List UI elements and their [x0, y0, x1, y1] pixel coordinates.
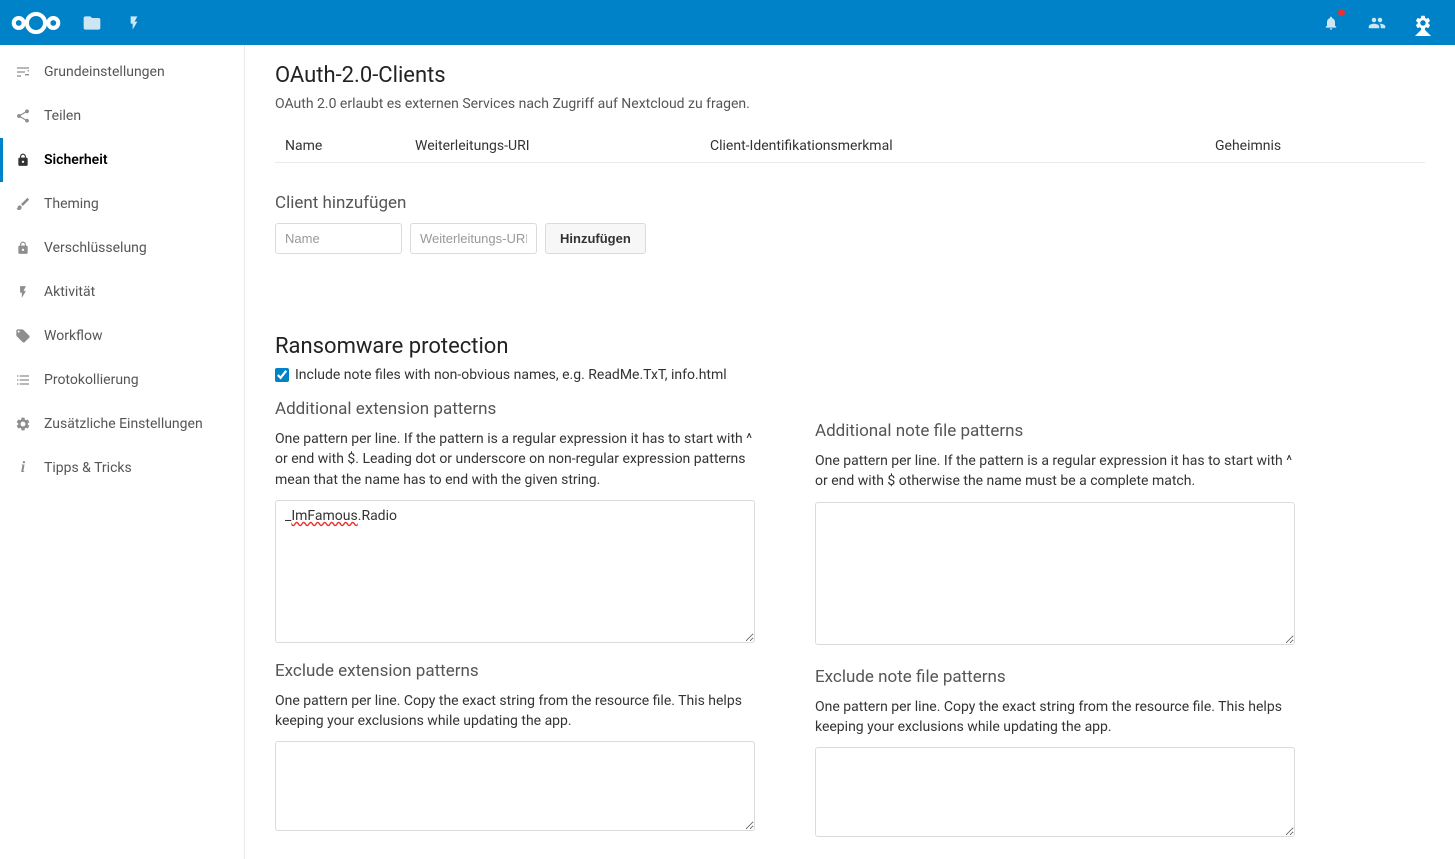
excl-note-title: Exclude note file patterns — [815, 667, 1295, 687]
sidebar-item-sharing[interactable]: Teilen — [0, 94, 244, 138]
sidebar-item-label: Workflow — [44, 328, 103, 344]
oauth-description: OAuth 2.0 erlaubt es externen Services n… — [275, 96, 1425, 112]
oauth-title: OAuth-2.0-Clients — [275, 63, 1425, 88]
sidebar-item-label: Tipps & Tricks — [44, 460, 132, 476]
sidebar-item-additional[interactable]: Zusätzliche Einstellungen — [0, 402, 244, 446]
client-uri-input[interactable] — [410, 223, 537, 254]
sidebar-item-label: Protokollierung — [44, 372, 139, 388]
sidebar-item-label: Theming — [44, 196, 99, 212]
sidebar-item-label: Sicherheit — [44, 152, 108, 168]
app-header — [0, 0, 1455, 45]
ext-patterns-help: One pattern per line. If the pattern is … — [275, 429, 755, 490]
add-client-title: Client hinzufügen — [275, 193, 1425, 213]
include-notes-checkbox[interactable] — [275, 368, 289, 382]
info-icon: i — [14, 459, 32, 477]
excl-note-help: One pattern per line. Copy the exact str… — [815, 697, 1295, 738]
brush-icon — [14, 196, 32, 212]
sidebar-item-label: Grundeinstellungen — [44, 64, 165, 80]
th-client-id: Client-Identifikationsmerkmal — [710, 138, 1215, 154]
sidebar-item-logging[interactable]: Protokollierung — [0, 358, 244, 402]
app-logo[interactable] — [10, 9, 62, 37]
sidebar-item-label: Teilen — [44, 108, 81, 124]
gear-icon — [14, 416, 32, 432]
sidebar-item-workflow[interactable]: Workflow — [0, 314, 244, 358]
excl-ext-textarea[interactable] — [275, 741, 755, 831]
add-client-button[interactable]: Hinzufügen — [545, 223, 646, 254]
sliders-icon — [14, 64, 32, 80]
activity-icon[interactable] — [122, 11, 146, 35]
content-area: OAuth-2.0-Clients OAuth 2.0 erlaubt es e… — [245, 45, 1455, 859]
sidebar-item-label: Zusätzliche Einstellungen — [44, 416, 203, 432]
list-icon — [14, 372, 32, 388]
bolt-icon — [14, 285, 32, 299]
settings-sidebar: Grundeinstellungen Teilen Sicherheit The… — [0, 45, 245, 859]
note-patterns-help: One pattern per line. If the pattern is … — [815, 451, 1295, 492]
oauth-table-header: Name Weiterleitungs-URI Client-Identifik… — [275, 130, 1425, 163]
include-notes-label[interactable]: Include note files with non-obvious name… — [295, 367, 727, 383]
sidebar-item-label: Aktivität — [44, 284, 95, 300]
excl-note-textarea[interactable] — [815, 747, 1295, 837]
client-name-input[interactable] — [275, 223, 402, 254]
excl-ext-title: Exclude extension patterns — [275, 661, 755, 681]
th-secret: Geheimnis — [1215, 138, 1415, 154]
notification-dot — [1338, 9, 1345, 16]
sidebar-item-label: Verschlüsselung — [44, 240, 147, 256]
note-patterns-title: Additional note file patterns — [815, 421, 1295, 441]
contacts-icon[interactable] — [1365, 11, 1389, 35]
active-indicator-arrow — [1415, 28, 1431, 36]
sidebar-item-activity[interactable]: Aktivität — [0, 270, 244, 314]
ransomware-title: Ransomware protection — [275, 334, 1425, 359]
sidebar-item-theming[interactable]: Theming — [0, 182, 244, 226]
tag-icon — [14, 328, 32, 344]
note-patterns-textarea[interactable] — [815, 502, 1295, 645]
files-icon[interactable] — [80, 11, 104, 35]
sidebar-item-security[interactable]: Sicherheit — [0, 138, 244, 182]
th-name: Name — [285, 138, 415, 154]
ext-patterns-textarea[interactable]: _ImFamous.Radio — [275, 500, 755, 643]
excl-ext-help: One pattern per line. Copy the exact str… — [275, 691, 755, 732]
ext-patterns-title: Additional extension patterns — [275, 399, 755, 419]
lock-icon — [14, 153, 32, 167]
sidebar-item-tips[interactable]: i Tipps & Tricks — [0, 446, 244, 490]
lock-icon — [14, 241, 32, 255]
sidebar-item-basic[interactable]: Grundeinstellungen — [0, 50, 244, 94]
sidebar-item-encryption[interactable]: Verschlüsselung — [0, 226, 244, 270]
share-icon — [14, 108, 32, 124]
th-uri: Weiterleitungs-URI — [415, 138, 710, 154]
